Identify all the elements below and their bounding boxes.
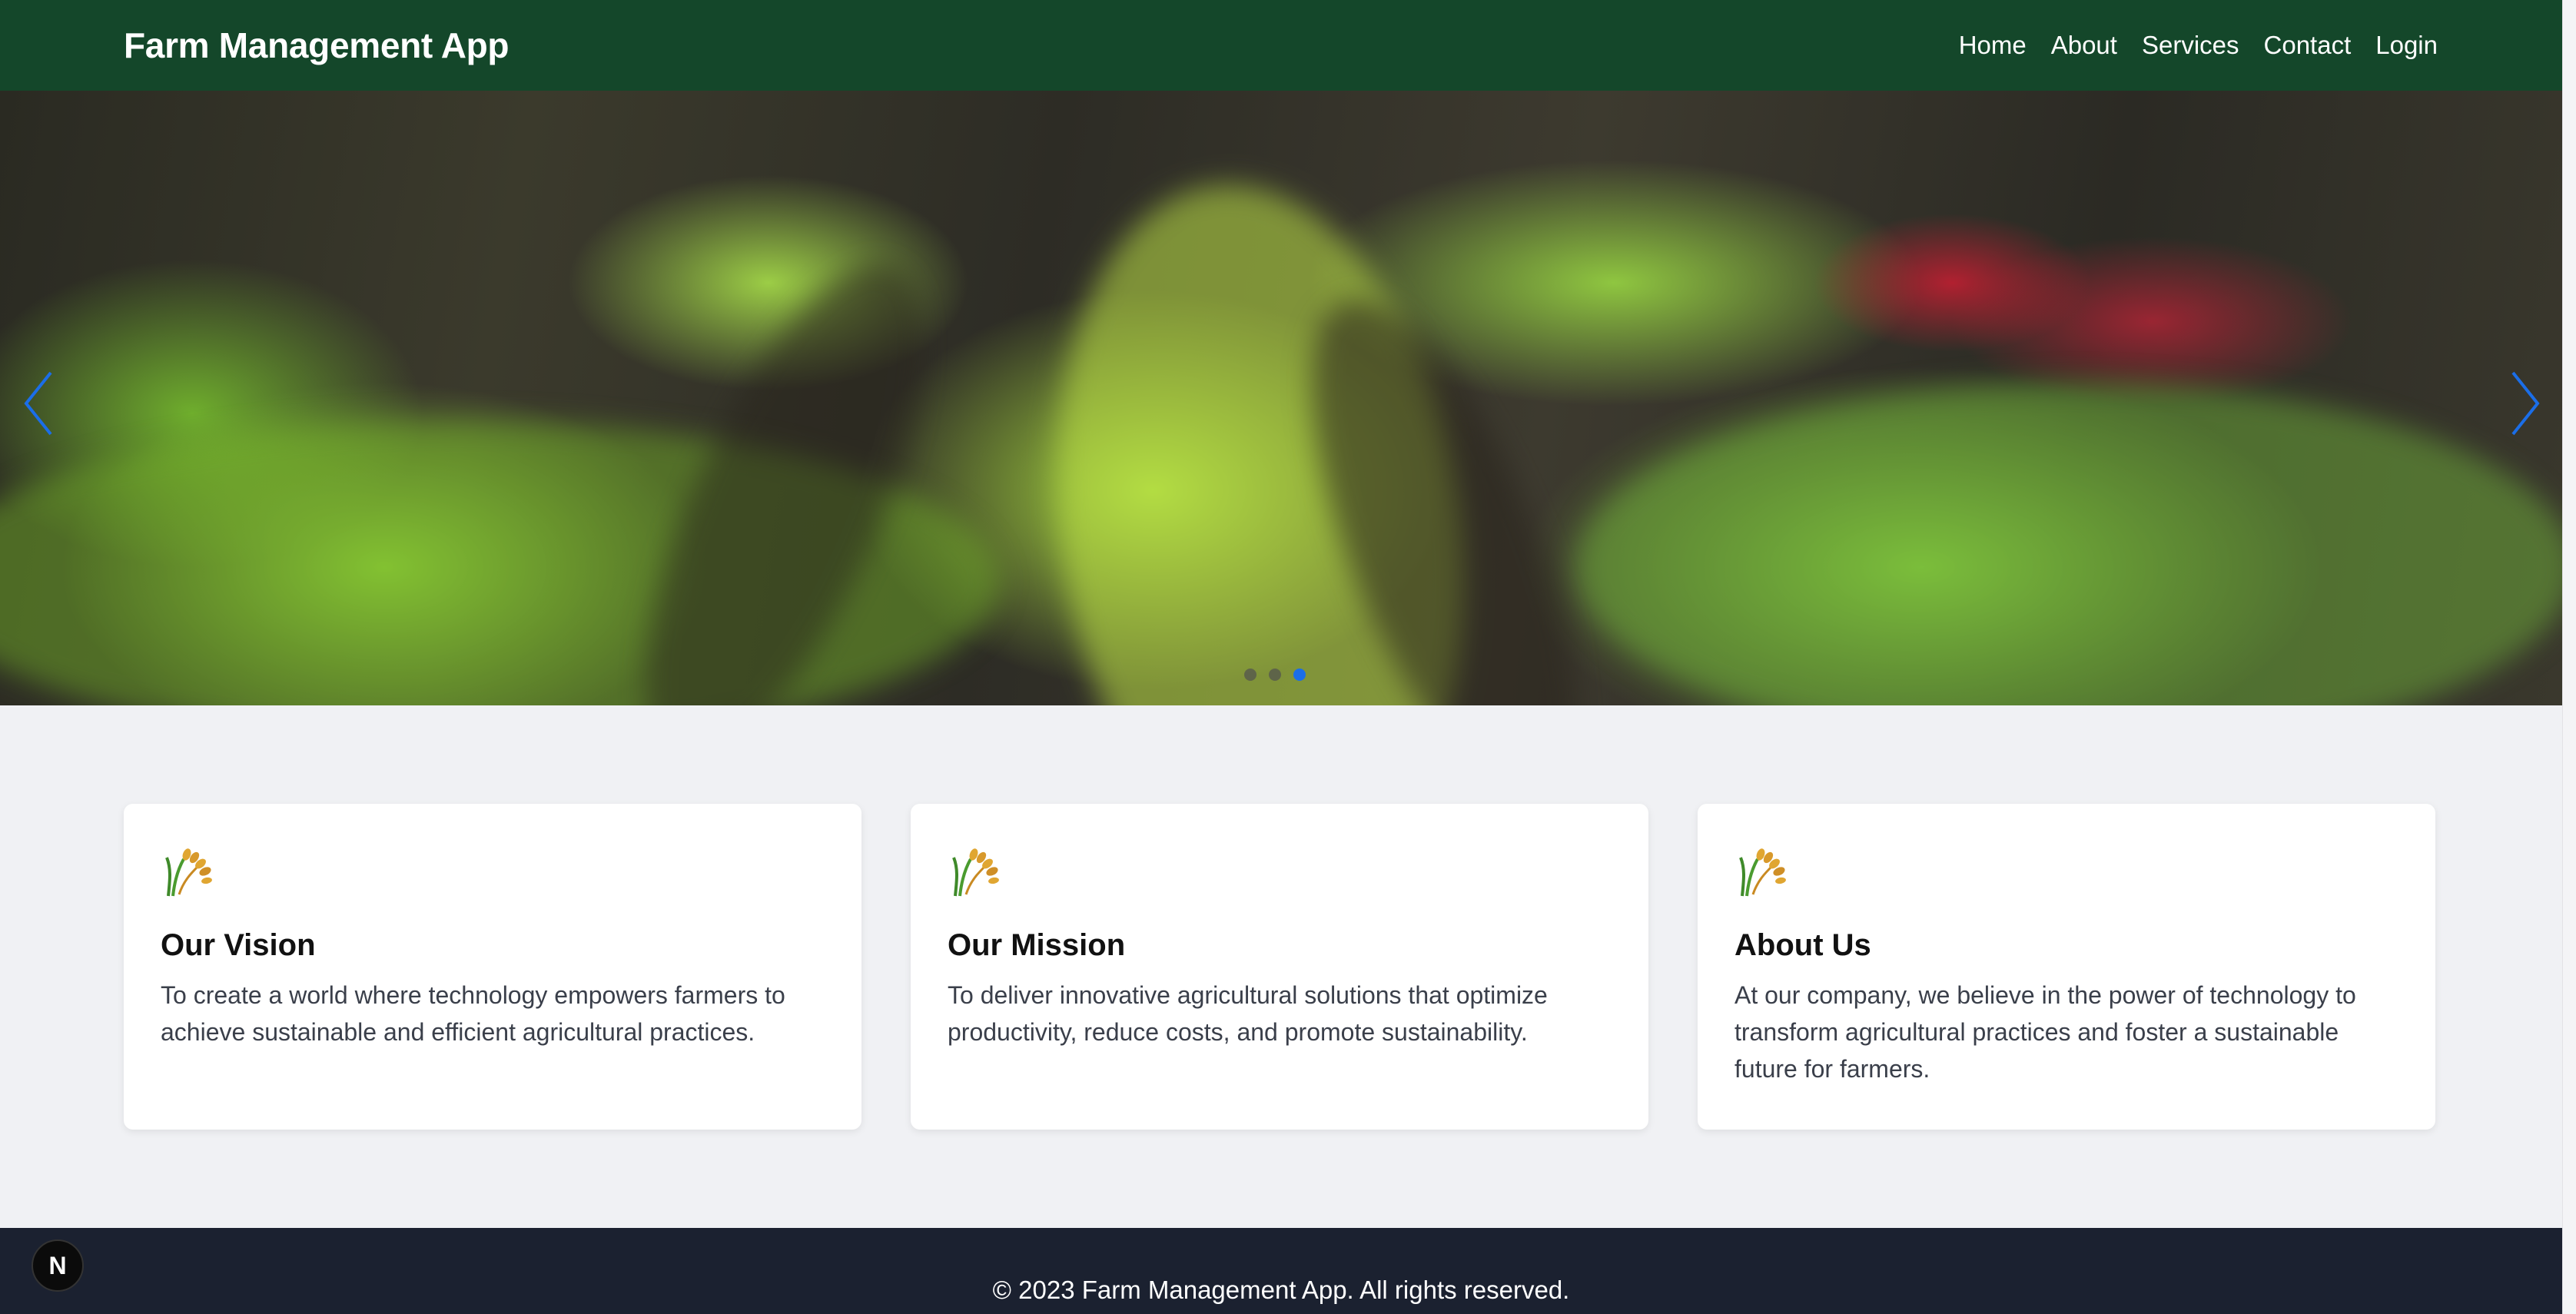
chevron-right-icon (2511, 371, 2540, 436)
nav-links: Home About Services Contact Login (1959, 31, 2438, 60)
nextjs-dev-badge-icon[interactable]: N (32, 1239, 84, 1292)
rice-plant-icon (165, 848, 212, 897)
nav-link-login[interactable]: Login (2375, 31, 2438, 60)
rice-plant-icon (1739, 848, 1786, 897)
carousel-dot[interactable] (1269, 669, 1281, 681)
nav-link-about[interactable]: About (2051, 31, 2117, 60)
carousel-prev-button[interactable] (15, 361, 61, 446)
footer: © 2023 Farm Management App. All rights r… (0, 1228, 2562, 1314)
carousel-dot[interactable] (1244, 669, 1256, 681)
hero-image-row (1575, 383, 2562, 705)
nav-link-services[interactable]: Services (2142, 31, 2239, 60)
brand-logo-text[interactable]: Farm Management App (124, 25, 510, 66)
copyright-text: © 2023 Farm Management App. All rights r… (992, 1276, 1570, 1304)
nav-link-home[interactable]: Home (1959, 31, 2027, 60)
card-text: To create a world where technology empow… (161, 981, 785, 1046)
card-title: About Us (1734, 928, 1871, 962)
card-text: At our company, we believe in the power … (1734, 981, 2356, 1083)
carousel-next-button[interactable] (2502, 361, 2548, 446)
carousel-dot-active[interactable] (1293, 669, 1306, 681)
rice-plant-icon (952, 848, 999, 897)
nav-link-contact[interactable]: Contact (2264, 31, 2352, 60)
card-text: To deliver innovative agricultural solut… (948, 981, 1548, 1046)
card-title: Our Vision (161, 928, 316, 962)
card-title: Our Mission (948, 928, 1126, 962)
card-mission: Our Mission To deliver innovative agricu… (911, 804, 1648, 1130)
scrollbar[interactable] (2562, 0, 2576, 1314)
page: Farm Management App Home About Services … (0, 0, 2562, 1314)
navbar: Farm Management App Home About Services … (0, 0, 2562, 91)
card-about-us: About Us At our company, we believe in t… (1698, 804, 2435, 1130)
chevron-left-icon (24, 371, 52, 436)
carousel-indicators (1244, 669, 1306, 681)
card-vision: Our Vision To create a world where techn… (124, 804, 861, 1130)
info-cards: Our Vision To create a world where techn… (124, 804, 2435, 1130)
hero-carousel (0, 91, 2562, 705)
